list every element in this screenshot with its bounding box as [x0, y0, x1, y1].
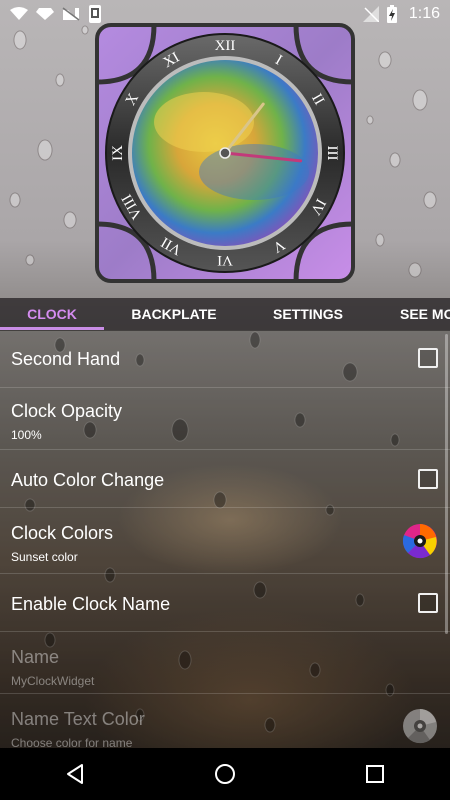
back-icon — [67, 764, 83, 784]
setting-title: Clock Colors — [11, 523, 114, 543]
setting-title: Auto Color Change — [11, 470, 165, 490]
setting-summary: MyClockWidget — [11, 674, 95, 688]
setting-name-text-color: Name Text Color Choose color for name — [0, 694, 450, 748]
gray-color-swirl-icon — [403, 709, 437, 744]
wifi-icon — [10, 7, 28, 20]
setting-name: Name MyClockWidget — [0, 632, 450, 694]
recents-button[interactable] — [345, 748, 405, 800]
enable-clock-name-checkbox[interactable] — [418, 593, 438, 613]
list-scrollbar[interactable] — [445, 334, 448, 634]
settings-list: Second Hand Clock Opacity 100% Auto Colo… — [0, 330, 450, 748]
tab-backplate[interactable]: BACKPLATE — [104, 298, 244, 330]
setting-summary: Sunset color — [11, 550, 78, 564]
navigation-bar — [0, 748, 450, 800]
tab-clock[interactable]: CLOCK — [0, 298, 104, 330]
clock-widget-preview: XII I II III IV V VI VII VIII IX X XI — [94, 22, 356, 284]
setting-title: Enable Clock Name — [11, 594, 171, 614]
status-time: 1:16 — [408, 5, 440, 22]
home-button[interactable] — [195, 748, 255, 800]
no-sim-icon — [62, 7, 80, 21]
setting-title: Name — [11, 647, 60, 667]
tab-see-more[interactable]: SEE MO — [372, 298, 450, 330]
clock-numeral: IX — [110, 145, 126, 161]
setting-enable-clock-name[interactable]: Enable Clock Name — [0, 574, 450, 632]
home-icon — [215, 764, 235, 784]
tab-bar: CLOCK BACKPLATE SETTINGS SEE MO — [0, 298, 450, 331]
second-hand-checkbox[interactable] — [418, 348, 438, 368]
clock-numeral: VI — [217, 252, 233, 268]
setting-clock-colors[interactable]: Clock Colors Sunset color — [0, 508, 450, 574]
diamond-signal-icon — [36, 8, 54, 20]
clock-numeral: III — [324, 146, 340, 161]
clock-numeral: XII — [215, 38, 236, 54]
phone-notification-icon — [89, 5, 101, 23]
setting-summary: 100% — [11, 428, 42, 442]
tab-settings[interactable]: SETTINGS — [244, 298, 372, 330]
setting-second-hand[interactable]: Second Hand — [0, 330, 450, 388]
recents-icon — [366, 765, 384, 783]
back-button[interactable] — [45, 748, 105, 800]
sunset-color-swirl-icon[interactable] — [402, 523, 438, 559]
setting-title: Name Text Color — [11, 709, 145, 729]
status-bar: 1:16 — [0, 0, 450, 28]
setting-auto-color-change[interactable]: Auto Color Change — [0, 450, 450, 508]
setting-title: Second Hand — [11, 349, 121, 369]
setting-clock-opacity[interactable]: Clock Opacity 100% — [0, 388, 450, 450]
setting-summary: Choose color for name — [11, 736, 133, 748]
battery-charging-icon — [386, 5, 397, 23]
auto-color-change-checkbox[interactable] — [418, 469, 438, 489]
no-signal-icon — [362, 6, 379, 22]
setting-title: Clock Opacity — [11, 401, 123, 421]
